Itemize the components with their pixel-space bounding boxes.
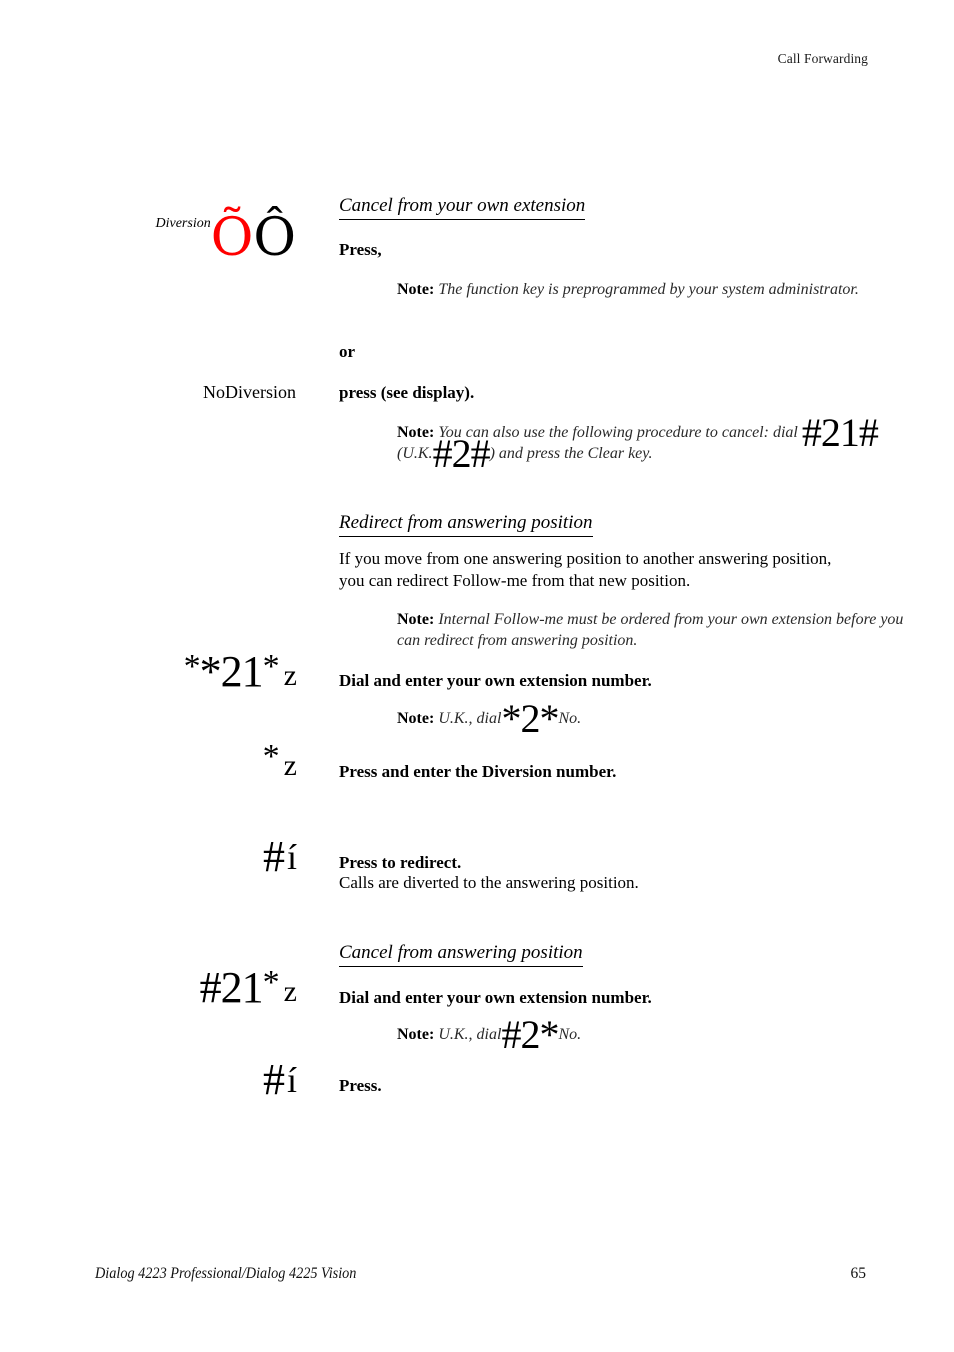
dial-code-hash-confirm-cancel: #í [0, 1055, 297, 1104]
subtext-calls-diverted: Calls are diverted to the answering posi… [339, 873, 639, 892]
dial-code-star2star: *2* [501, 696, 559, 741]
number-entry-icon: z [283, 749, 297, 782]
note-body-part2: (U.K. [397, 444, 433, 462]
section-heading-cancel-own-extension: Cancel from your own extension [339, 195, 851, 220]
confirm-key-icon: í [286, 1060, 297, 1100]
dial-star-leading: * [183, 648, 201, 685]
dial-hash: # [262, 1055, 285, 1104]
instruction-press: Press, [339, 240, 382, 259]
instruction-press-final: Press. [339, 1076, 382, 1095]
dial-digits: *21 [199, 647, 264, 696]
instruction-press-enter-diversion-number: Press and enter the Diversion number. [339, 762, 617, 781]
instruction-press-see-display: press (see display). [339, 383, 475, 402]
dial-code-hash2hash: #2# [432, 430, 491, 476]
document-page: Call Forwarding DiversionÕÔ Cancel from … [0, 0, 954, 1352]
alternative-or: or [339, 342, 356, 361]
footer-document-title: Dialog 4223 Professional/Dialog 4225 Vis… [95, 1265, 357, 1282]
dial-code-star-entry: * z [0, 738, 297, 784]
note-post: No. [558, 1026, 582, 1043]
note-body: Internal Follow-me must be ordered from … [397, 611, 904, 649]
instruction-dial-own-extension: Dial and enter your own extension number… [339, 671, 652, 690]
key-label-diversion: Diversion [155, 216, 211, 231]
note-label: Note: [397, 281, 435, 298]
running-head: Call Forwarding [777, 51, 868, 66]
note-label: Note: [397, 424, 435, 441]
note-pre: U.K., dial [438, 710, 502, 727]
note-body-part3: ) and press the Clear key. [489, 444, 653, 462]
note-post: No. [558, 710, 582, 727]
number-entry-icon: z [283, 659, 297, 692]
function-key-icon: Ô [253, 208, 296, 268]
note-body: The function key is preprogrammed by you… [438, 281, 859, 298]
body-redirect-intro: If you move from one answering position … [339, 549, 832, 590]
note-label: Note: [397, 1026, 435, 1043]
instruction-press-to-redirect: Press to redirect. [339, 853, 462, 872]
dial-star: * [262, 738, 280, 775]
note-pre: U.K., dial [438, 1026, 502, 1043]
diversion-key-icon: Õ [210, 208, 254, 268]
note-internal-followme: Note: Internal Follow-me must be ordered… [397, 610, 909, 652]
note-label: Note: [397, 710, 435, 727]
dial-digits: #21 [199, 963, 264, 1012]
key-glyph-diversion: DiversionÕÔ [0, 212, 297, 264]
dial-code-hash21hash: #21# [801, 410, 879, 455]
confirm-key-icon: í [286, 837, 297, 877]
number-entry-icon: z [283, 975, 297, 1008]
dial-star-trailing: * [262, 964, 280, 1001]
note-label: Note: [397, 611, 435, 628]
dial-code-hash21star: #21* z [0, 963, 297, 1012]
dial-code-hash-confirm: #í [0, 832, 297, 881]
dial-code-star21star: **21* z [0, 647, 297, 696]
note-uk-dial-star2star: Note: U.K., dial*2*No. [397, 699, 909, 739]
dial-code-hash2star: #2* [501, 1012, 559, 1057]
instruction-dial-own-extension-cancel: Dial and enter your own extension number… [339, 988, 652, 1007]
note-uk-dial-hash2star: Note: U.K., dial#2*No. [397, 1015, 909, 1055]
dial-star-trailing: * [262, 648, 280, 685]
key-label-nodiversion: NoDiversion [203, 382, 296, 402]
note-cancel-procedure: Note: You can also use the following pro… [397, 413, 909, 474]
note-function-key: Note: The function key is preprogrammed … [397, 280, 909, 301]
dial-hash: # [262, 832, 285, 881]
section-heading-cancel-answering-position: Cancel from answering position [339, 942, 851, 967]
section-heading-redirect-answering-position: Redirect from answering position [339, 512, 851, 537]
footer-page-number: 65 [850, 1265, 867, 1282]
note-body-part1: You can also use the following procedure… [438, 424, 798, 441]
